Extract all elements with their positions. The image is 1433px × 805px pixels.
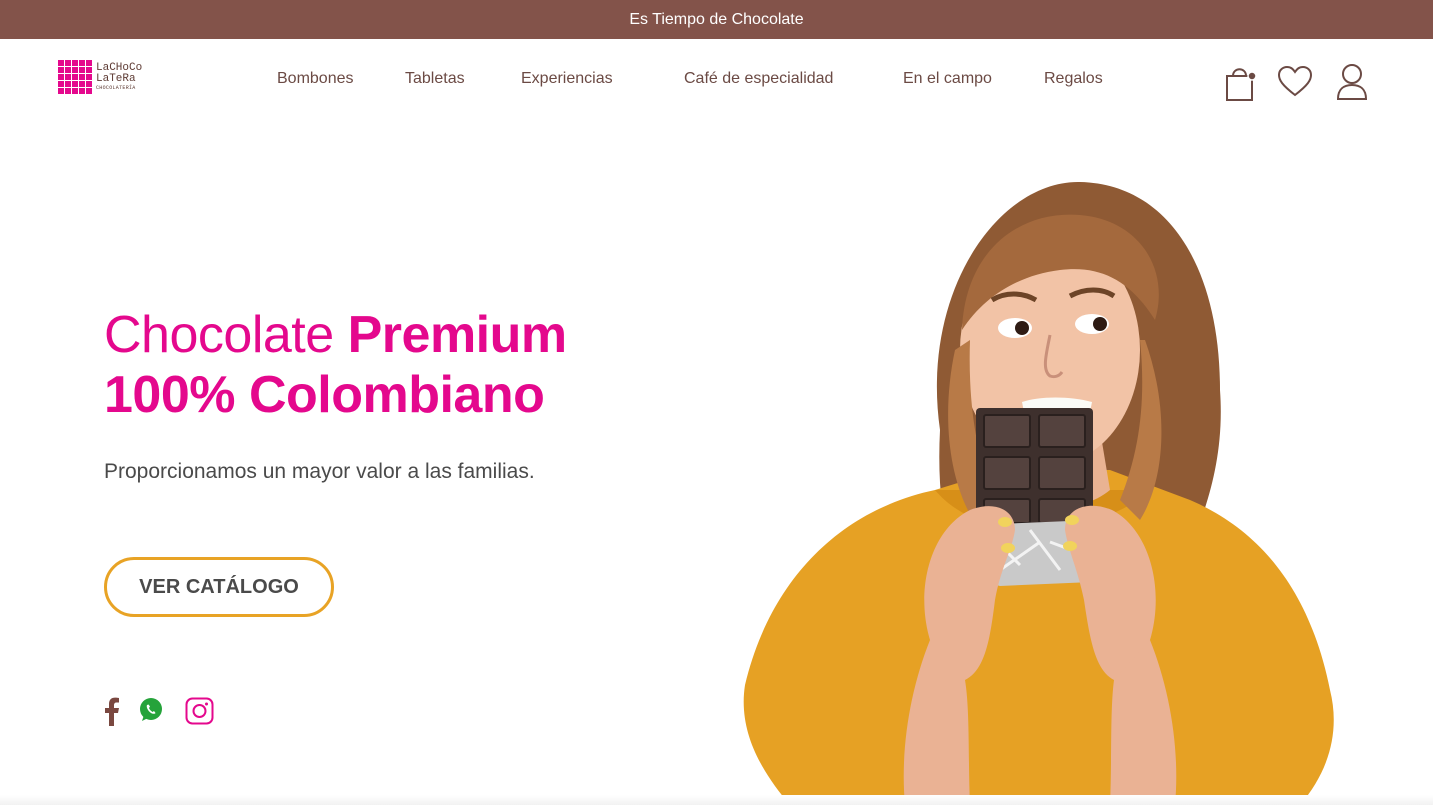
hero-subtitle: Proporcionamos un mayor valor a las fami…: [104, 460, 535, 483]
facebook-icon[interactable]: [102, 696, 120, 731]
nav-item-cafe[interactable]: Café de especialidad: [684, 70, 833, 88]
nav-item-bombones[interactable]: Bombones: [277, 70, 354, 88]
logo-text: LaCHoCo LaTeRa CHOCOLATERÍA: [96, 61, 143, 91]
nav-item-tabletas[interactable]: Tabletas: [405, 70, 465, 88]
hero-title-line2: 100% Colombiano: [104, 366, 545, 424]
announcement-bar: Es Tiempo de Chocolate: [0, 0, 1433, 39]
site-header: LaCHoCo LaTeRa CHOCOLATERÍA Bombones Tab…: [0, 39, 1433, 119]
nav-item-experiencias[interactable]: Experiencias: [521, 70, 613, 88]
shopping-bag-icon[interactable]: [1224, 64, 1258, 107]
whatsapp-icon[interactable]: [138, 697, 164, 728]
heart-icon[interactable]: [1277, 65, 1313, 103]
hero-title-bold: Premium: [347, 306, 568, 364]
hero-title: Chocolate Premium 100% Colombiano: [104, 305, 567, 425]
announcement-text: Es Tiempo de Chocolate: [629, 10, 804, 28]
hero-bottom-edge: [0, 795, 1433, 805]
nav-item-regalos[interactable]: Regalos: [1044, 70, 1103, 88]
user-icon[interactable]: [1336, 63, 1368, 106]
instagram-icon[interactable]: [185, 697, 214, 730]
nav-item-campo[interactable]: En el campo: [903, 70, 992, 88]
hero-title-light: Chocolate: [104, 306, 348, 364]
catalog-button[interactable]: VER CATÁLOGO: [104, 557, 334, 617]
logo[interactable]: LaCHoCo LaTeRa CHOCOLATERÍA: [58, 59, 154, 95]
logo-mark-icon: [58, 60, 92, 94]
hero-image-woman-chocolate: [700, 170, 1380, 805]
